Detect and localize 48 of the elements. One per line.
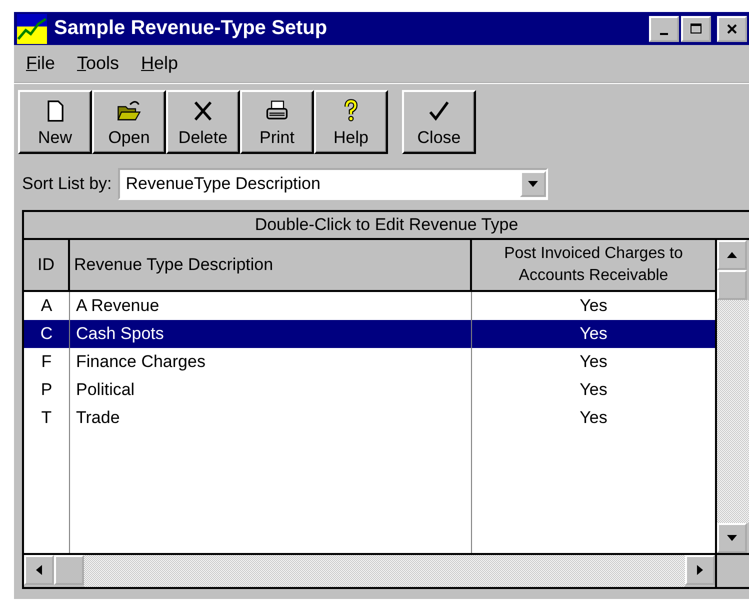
- table-cell-text: Yes: [578, 351, 608, 373]
- table-row[interactable]: C Cash Spots Yes: [24, 320, 715, 348]
- table-cell-text: Yes: [578, 379, 608, 401]
- minimize-button[interactable]: [649, 16, 679, 42]
- table-cell: Cash Spots: [70, 320, 472, 348]
- close-icon: [725, 22, 739, 34]
- table-cell: F: [24, 348, 70, 376]
- table-cell-text: Yes: [578, 407, 608, 429]
- toolbar-button[interactable]: Open: [92, 90, 166, 154]
- column-header[interactable]: ID: [24, 240, 70, 290]
- menu-item[interactable]: Help: [141, 53, 178, 74]
- column-header[interactable]: Revenue Type Description: [70, 240, 472, 290]
- table-cell: Trade: [70, 404, 472, 432]
- scroll-thumb[interactable]: [54, 555, 84, 585]
- maximize-icon: [689, 22, 703, 34]
- sort-label: Sort List by:: [22, 174, 112, 194]
- grid-caption: Double-Click to Edit Revenue Type: [24, 212, 749, 240]
- table-cell: T: [24, 404, 70, 432]
- left-arrow-icon: [36, 565, 42, 575]
- table-cell: C: [24, 320, 70, 348]
- toolbar-button[interactable]: New: [18, 90, 92, 154]
- menu-item[interactable]: Tools: [77, 53, 120, 74]
- table-cell: Finance Charges: [70, 348, 472, 376]
- sort-dropdown[interactable]: RevenueType Description: [118, 168, 548, 200]
- column-header[interactable]: Post Invoiced Charges to Accounts Receivable: [472, 240, 715, 290]
- table-cell-text: Yes: [578, 295, 608, 317]
- toolbar-button[interactable]: Print: [240, 90, 314, 154]
- menu-item[interactable]: File: [26, 53, 56, 74]
- table-cell-text: Yes: [578, 323, 608, 345]
- table-cell: Political: [70, 376, 472, 404]
- maximize-button[interactable]: [681, 16, 711, 42]
- minimize-icon: [660, 32, 668, 34]
- toolbar-button[interactable]: Help: [314, 90, 388, 154]
- scroll-thumb[interactable]: [717, 270, 747, 300]
- close-button[interactable]: [717, 16, 747, 42]
- table-cell: P: [24, 376, 70, 404]
- table-row[interactable]: P Political Yes: [24, 376, 715, 404]
- vertical-scrollbar[interactable]: [715, 240, 749, 553]
- table-row[interactable]: T Trade Yes: [24, 404, 715, 432]
- right-arrow-icon: [697, 565, 703, 575]
- toolbar-button[interactable]: Delete: [166, 90, 240, 154]
- down-arrow-icon: [727, 535, 737, 541]
- toolbar-button[interactable]: Close: [402, 90, 476, 154]
- up-arrow-icon: [727, 252, 737, 258]
- table-row[interactable]: F Finance Charges Yes: [24, 348, 715, 376]
- horizontal-scrollbar[interactable]: [24, 555, 715, 587]
- window-title: Sample Revenue-Type Setup: [54, 17, 328, 40]
- chart-icon: [16, 14, 48, 44]
